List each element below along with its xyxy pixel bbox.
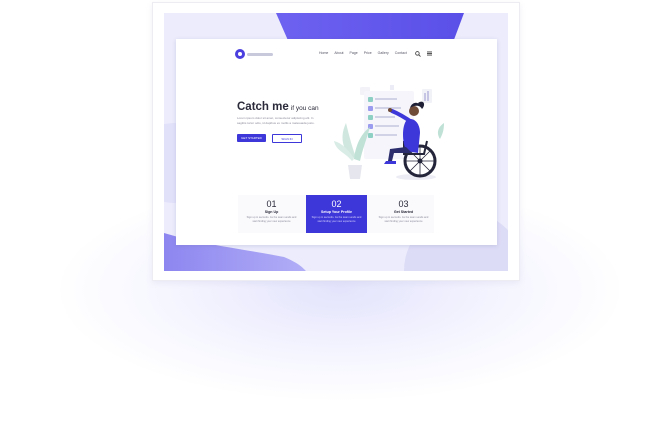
- step-title: Setup Your Profile: [320, 210, 353, 214]
- hero-title-suffix: if you can: [290, 105, 319, 112]
- step-title: Get Started: [393, 210, 414, 214]
- hero-description: Lorem ipsum dolor sit amet, consectetur …: [237, 116, 315, 125]
- menu-icon[interactable]: [427, 51, 432, 56]
- hero-title: Catch me if you can: [237, 98, 319, 114]
- step-title: Sign Up: [264, 210, 279, 214]
- nav-item-contact[interactable]: Contact: [395, 51, 407, 55]
- nav-item-home[interactable]: Home: [319, 51, 328, 55]
- step-card-get-started[interactable]: 03 Get Started Sign up in seconds. As th…: [373, 195, 434, 233]
- logo-wordmark: [247, 52, 273, 56]
- hero-illustration: [334, 85, 444, 180]
- nav-item-gallery[interactable]: Gallery: [378, 51, 389, 55]
- get-started-button[interactable]: GET STARTED: [237, 134, 266, 142]
- hero-title-main: Catch me: [237, 101, 289, 113]
- logo: [235, 49, 273, 59]
- step-number: 02: [331, 199, 342, 209]
- template-preview-card[interactable]: Home About Page Price Gallery Contact Ca…: [152, 2, 520, 281]
- step-number: 03: [398, 199, 409, 209]
- step-description: Sign up in seconds. As the team sends an…: [378, 216, 429, 223]
- logo-icon: [235, 49, 245, 59]
- preview-stage: Home About Page Price Gallery Contact Ca…: [164, 13, 508, 271]
- main-nav: Home About Page Price Gallery Contact: [319, 51, 407, 55]
- nav-item-about[interactable]: About: [334, 51, 343, 55]
- nav-item-price[interactable]: Price: [364, 51, 372, 55]
- step-card-sign-up[interactable]: 01 Sign Up Sign up in seconds. As the te…: [241, 195, 302, 233]
- search-icon[interactable]: [415, 51, 421, 57]
- landing-page-mockup: Home About Page Price Gallery Contact Ca…: [176, 39, 497, 245]
- step-number: 01: [266, 199, 277, 209]
- nav-item-page[interactable]: Page: [350, 51, 358, 55]
- step-description: Sign up in seconds. As the team sends an…: [246, 216, 297, 223]
- sign-in-button[interactable]: SIGN IN: [272, 134, 302, 143]
- step-description: Sign up in seconds. As the team sends an…: [311, 216, 362, 223]
- step-card-setup-profile[interactable]: 02 Setup Your Profile Sign up in seconds…: [306, 195, 367, 233]
